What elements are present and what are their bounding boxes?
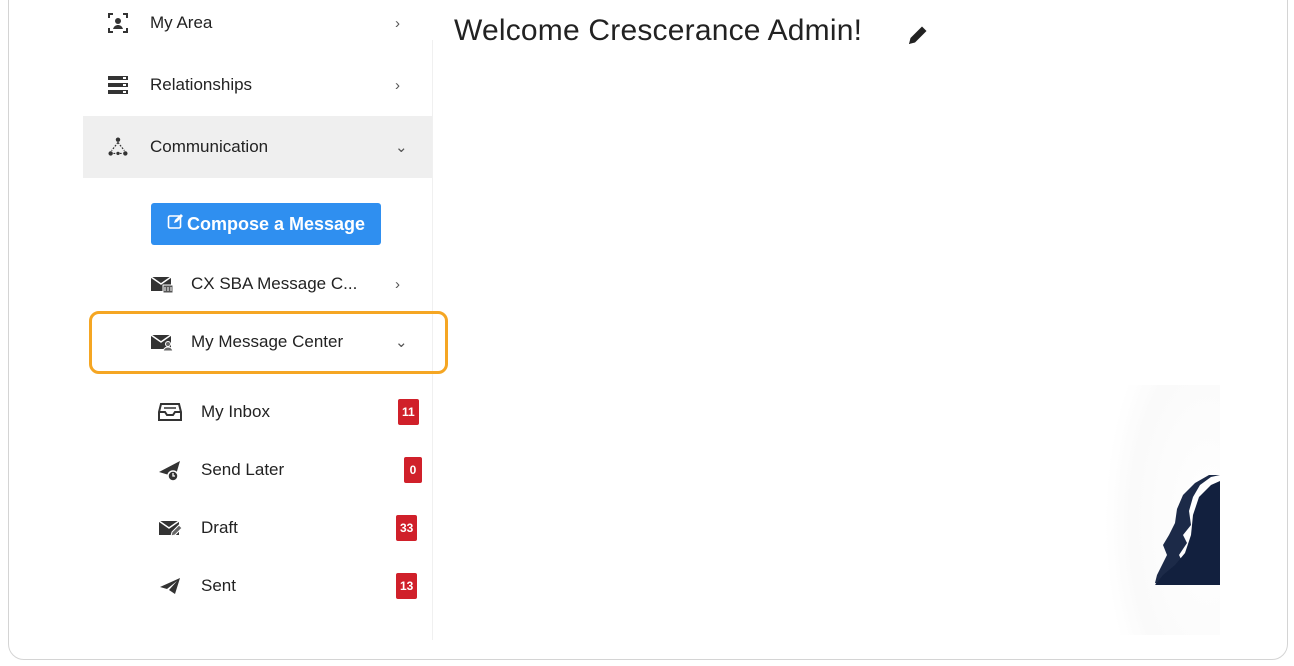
paper-plane-icon: [158, 576, 182, 596]
sidebar-item-send-later[interactable]: Send Later 0: [150, 450, 430, 490]
sidebar-item-my-message-center[interactable]: My Message Center ⌄: [130, 317, 430, 367]
edit-icon: [167, 213, 184, 235]
sidebar-item-cx-sba-message-center[interactable]: CX SBA Message C... ›: [130, 259, 430, 309]
sidebar-item-draft[interactable]: Draft 33: [150, 508, 430, 548]
mail-bank-icon: [150, 274, 174, 294]
sidebar-item-label: CX SBA Message C...: [191, 274, 358, 293]
chevron-down-icon: ⌄: [395, 139, 408, 156]
count-badge: 13: [396, 573, 418, 599]
sidebar-item-relationships[interactable]: Relationships ›: [83, 54, 432, 116]
sidebar-item-label: My Message Center: [191, 332, 344, 351]
chevron-right-icon: ›: [395, 14, 400, 32]
count-badge: 33: [396, 515, 418, 541]
welcome-heading: Welcome Crescerance Admin!: [454, 14, 863, 47]
network-icon: [107, 136, 129, 158]
sidebar-item-label: My Area: [150, 13, 213, 32]
scheduled-send-icon: [158, 460, 182, 482]
sidebar-item-sent[interactable]: Sent 13: [150, 566, 430, 606]
unread-count-badge: 11: [398, 399, 419, 425]
count-badge: 0: [404, 457, 422, 483]
sidebar-item-label: Communication: [150, 137, 269, 156]
sidebar-item-label: Sent: [201, 576, 236, 595]
sidebar-item-communication[interactable]: Communication ⌄: [83, 116, 432, 178]
profile-image: [1105, 385, 1220, 635]
chevron-right-icon: ›: [395, 76, 400, 94]
sidebar-item-my-area[interactable]: My Area ›: [83, 0, 432, 54]
sidebar-item-label: Relationships: [150, 75, 253, 94]
chevron-right-icon: ›: [395, 275, 400, 293]
pencil-icon[interactable]: [905, 22, 931, 48]
user-area-icon: [107, 12, 129, 34]
sidebar-item-label: My Inbox: [201, 402, 270, 421]
draft-mail-icon: [158, 518, 183, 538]
sidebar-divider: [432, 40, 433, 640]
server-list-icon: [107, 74, 129, 96]
sidebar-item-label: Draft: [201, 518, 238, 537]
sidebar-item-label: Send Later: [201, 460, 285, 479]
compose-button-label: Compose a Message: [186, 213, 366, 234]
chevron-down-icon: ⌄: [395, 334, 408, 351]
inbox-icon: [158, 402, 182, 422]
mail-user-icon: [150, 332, 174, 352]
sidebar-item-my-inbox[interactable]: My Inbox 11: [150, 392, 430, 432]
compose-message-button[interactable]: Compose a Message: [151, 203, 381, 245]
